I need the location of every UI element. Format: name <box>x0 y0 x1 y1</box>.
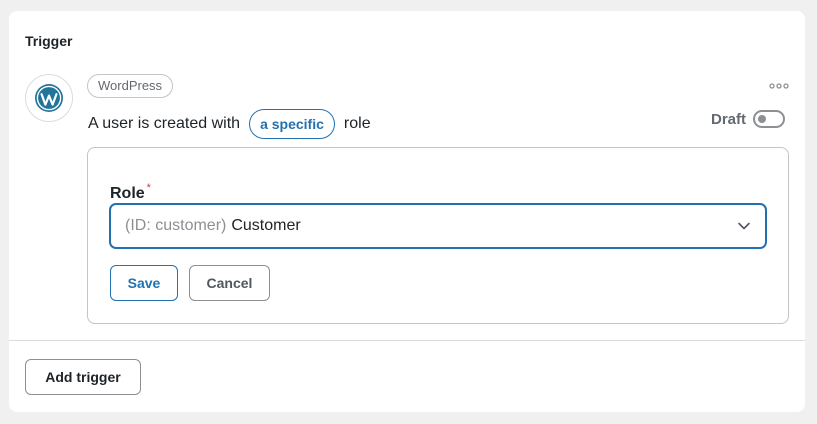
sentence-text-before: A user is created with <box>88 115 241 132</box>
status-label: Draft <box>711 110 747 128</box>
select-value: Customer <box>231 217 301 234</box>
wordpress-logo-icon <box>25 74 73 122</box>
role-label-text: Role <box>110 185 145 202</box>
trigger-card: Trigger WordPress A user is created with… <box>9 11 805 412</box>
status-control: Draft <box>711 110 786 128</box>
integration-tag: WordPress <box>87 74 174 98</box>
save-button[interactable]: Save <box>110 265 178 301</box>
select-id-prefix: (ID: customer) <box>125 217 227 234</box>
divider <box>9 340 805 341</box>
role-select[interactable]: (ID: customer) Customer <box>110 204 766 248</box>
role-token-button[interactable]: a specific <box>249 109 335 139</box>
role-field-label: Role * <box>110 182 151 203</box>
chevron-down-icon <box>738 222 750 230</box>
status-toggle[interactable] <box>753 110 786 128</box>
section-title: Trigger <box>25 33 73 49</box>
trigger-options-panel: Role * (ID: customer) Customer Save Cance… <box>87 147 789 324</box>
more-options-icon[interactable] <box>767 79 791 93</box>
add-trigger-button[interactable]: Add trigger <box>25 359 141 395</box>
required-asterisk: * <box>146 182 151 194</box>
cancel-button[interactable]: Cancel <box>189 265 270 301</box>
sentence-text-after: role <box>343 115 371 132</box>
toggle-knob <box>758 115 767 123</box>
trigger-sentence: A user is created with a specific role <box>88 109 371 139</box>
